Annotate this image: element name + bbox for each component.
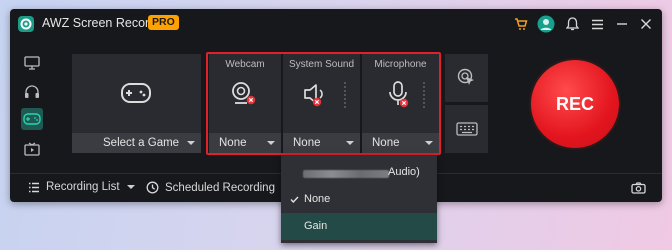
- menu-item-gain[interactable]: Gain: [281, 213, 437, 240]
- headphones-icon[interactable]: [21, 80, 43, 102]
- chevron-down-icon: [425, 141, 433, 145]
- monitor-icon[interactable]: [21, 52, 43, 74]
- speaker-muted-icon: [303, 81, 333, 114]
- chevron-down-icon: [187, 141, 195, 145]
- pro-badge[interactable]: PRO: [148, 15, 179, 30]
- chevron-down-icon: [267, 141, 275, 145]
- chevron-down-icon: [126, 185, 135, 189]
- webcam-value: None: [219, 137, 247, 149]
- menu-item-none[interactable]: None: [281, 186, 437, 213]
- rec-button[interactable]: REC: [531, 60, 619, 148]
- title-bar: AWZ Screen Recorder PRO: [10, 9, 662, 39]
- gamepad-icon: [120, 81, 152, 110]
- system-sound-title: System Sound: [288, 59, 355, 70]
- microphone-muted-icon: [388, 80, 414, 115]
- app-logo-icon: [17, 15, 35, 33]
- cart-icon[interactable]: [512, 15, 530, 33]
- recording-list-button[interactable]: Recording List: [28, 181, 135, 193]
- list-icon: [28, 182, 40, 193]
- scheduled-recording-label: Scheduled Recording: [165, 181, 275, 194]
- webcam-panel[interactable]: Webcam None: [209, 54, 281, 153]
- chevron-down-icon: [346, 141, 354, 145]
- minimize-icon[interactable]: [613, 15, 631, 33]
- system-sound-menu: Audio) None Gain: [281, 155, 437, 243]
- keyboard-icon: [456, 122, 478, 141]
- microphone-value: None: [372, 137, 400, 149]
- gamepad-icon[interactable]: [21, 108, 43, 130]
- system-sound-dropdown[interactable]: None: [283, 133, 360, 153]
- tv-icon[interactable]: [21, 138, 43, 160]
- select-game-label: Select a Game: [103, 137, 180, 149]
- microphone-dropdown[interactable]: None: [362, 133, 439, 153]
- recording-list-label: Recording List: [46, 181, 120, 193]
- avatar-icon[interactable]: [537, 15, 555, 33]
- close-icon[interactable]: [637, 15, 655, 33]
- bell-icon[interactable]: [563, 15, 581, 33]
- webcam-disabled-icon: [229, 80, 259, 115]
- volume-meter: [423, 82, 425, 108]
- game-panel[interactable]: Select a Game: [72, 54, 201, 153]
- cursor-click-icon: [457, 68, 477, 93]
- menu-item-label: Audio): [388, 166, 420, 178]
- system-sound-value: None: [293, 137, 321, 149]
- select-game-dropdown[interactable]: Select a Game: [72, 133, 201, 153]
- menu-item-label: None: [304, 193, 331, 205]
- cursor-click-button[interactable]: [445, 54, 488, 102]
- webcam-title: Webcam: [225, 59, 265, 70]
- menu-item-label: Gain: [304, 220, 328, 232]
- webcam-dropdown[interactable]: None: [209, 133, 281, 153]
- camera-icon[interactable]: [631, 182, 646, 194]
- menu-icon[interactable]: [588, 15, 606, 33]
- clock-icon: [146, 181, 159, 194]
- keyboard-button[interactable]: [445, 105, 488, 153]
- menu-item-audio-device[interactable]: Audio): [281, 159, 437, 186]
- microphone-panel[interactable]: Microphone None: [362, 54, 439, 153]
- microphone-title: Microphone: [374, 59, 427, 70]
- system-sound-panel[interactable]: System Sound None: [283, 54, 360, 153]
- scheduled-recording-button[interactable]: Scheduled Recording: [146, 181, 290, 194]
- redacted-text: [303, 170, 389, 178]
- volume-meter: [344, 82, 346, 108]
